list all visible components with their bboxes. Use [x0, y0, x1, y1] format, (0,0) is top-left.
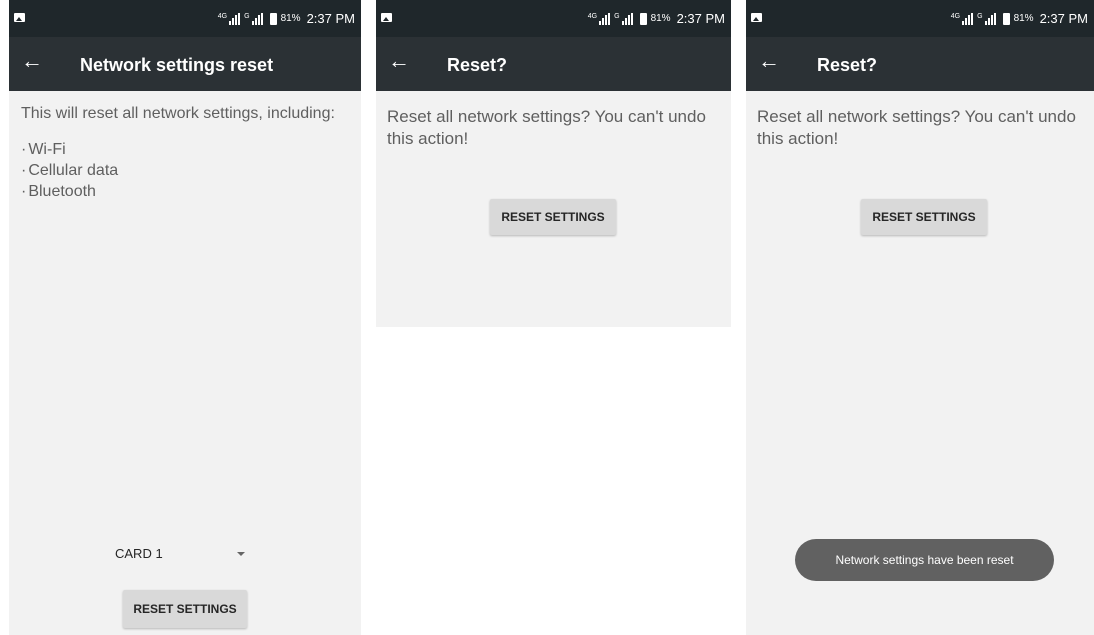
- signal-tag: 4G: [217, 12, 228, 20]
- signal-tag: G: [244, 12, 250, 20]
- app-bar: ← Reset?: [746, 37, 1094, 91]
- clock: 2:37 PM: [1039, 11, 1088, 26]
- signal-tag: 4G: [950, 12, 961, 20]
- signal-icon: 4G: [950, 12, 974, 25]
- clock: 2:37 PM: [676, 11, 725, 26]
- reset-settings-button[interactable]: RESET SETTINGS: [123, 590, 247, 628]
- screen-reset-done: 4G G 81% 2:37 PM ← Reset? Reset all netw…: [746, 0, 1094, 635]
- status-indicators: 4G G 81% 2:37 PM: [951, 11, 1088, 26]
- signal-tag: G: [614, 12, 620, 20]
- battery-percent: 81%: [650, 13, 671, 24]
- image-icon: [381, 13, 392, 22]
- status-bar: 4G G 81% 2:37 PM: [9, 0, 361, 37]
- status-indicators: 4G G 81% 2:37 PM: [218, 11, 355, 26]
- signal-icon: G: [614, 12, 633, 25]
- page-title: Network settings reset: [80, 55, 274, 75]
- signal-tag: 4G: [587, 12, 598, 20]
- battery-icon: [1002, 12, 1010, 25]
- back-arrow-icon[interactable]: ←: [758, 50, 780, 72]
- confirm-message: Reset all network settings? You can't un…: [387, 107, 706, 148]
- status-bar: 4G G 81% 2:37 PM: [746, 0, 1094, 37]
- toast-message: Network settings have been reset: [795, 539, 1054, 581]
- image-icon: [751, 13, 762, 22]
- status-bar: 4G G 81% 2:37 PM: [376, 0, 731, 37]
- app-bar: ← Network settings reset: [9, 37, 361, 91]
- list-item: Cellular data: [21, 160, 349, 181]
- battery-icon: [639, 12, 647, 25]
- battery-icon: [269, 12, 277, 25]
- signal-tag: G: [977, 12, 983, 20]
- clock: 2:37 PM: [306, 11, 355, 26]
- image-icon: [14, 13, 25, 22]
- reset-settings-button[interactable]: RESET SETTINGS: [861, 199, 987, 235]
- list-item: Bluetooth: [21, 181, 349, 202]
- confirm-message: Reset all network settings? You can't un…: [757, 107, 1076, 148]
- dropdown-arrow-icon: [237, 552, 245, 556]
- page-title: Reset?: [817, 55, 878, 75]
- content: This will reset all network settings, in…: [9, 91, 361, 202]
- screen-reset-confirm: 4G G 81% 2:37 PM ← Reset? Reset all netw…: [376, 0, 731, 635]
- status-indicators: 4G G 81% 2:37 PM: [588, 11, 725, 26]
- page-title: Reset?: [447, 55, 508, 75]
- confirm-body: Reset all network settings? You can't un…: [746, 91, 1094, 327]
- signal-icon: G: [977, 12, 996, 25]
- screen-network-settings-reset: 4G G 81% 2:37 PM ← Network settings rese…: [9, 0, 361, 635]
- list-item: Wi-Fi: [21, 139, 349, 160]
- sim-card-select[interactable]: CARD 1: [115, 543, 247, 567]
- back-arrow-icon[interactable]: ←: [388, 50, 410, 72]
- confirm-body: Reset all network settings? You can't un…: [376, 91, 731, 327]
- description: This will reset all network settings, in…: [21, 105, 335, 122]
- battery-percent: 81%: [280, 13, 301, 24]
- app-bar: ← Reset?: [376, 37, 731, 91]
- battery-percent: 81%: [1013, 13, 1034, 24]
- reset-settings-button[interactable]: RESET SETTINGS: [490, 199, 616, 235]
- sim-card-select-value: CARD 1: [115, 546, 163, 561]
- reset-items-list: Wi-Fi Cellular data Bluetooth: [9, 125, 361, 202]
- signal-icon: 4G: [217, 12, 241, 25]
- back-arrow-icon[interactable]: ←: [21, 50, 43, 72]
- signal-icon: G: [244, 12, 263, 25]
- signal-icon: 4G: [587, 12, 611, 25]
